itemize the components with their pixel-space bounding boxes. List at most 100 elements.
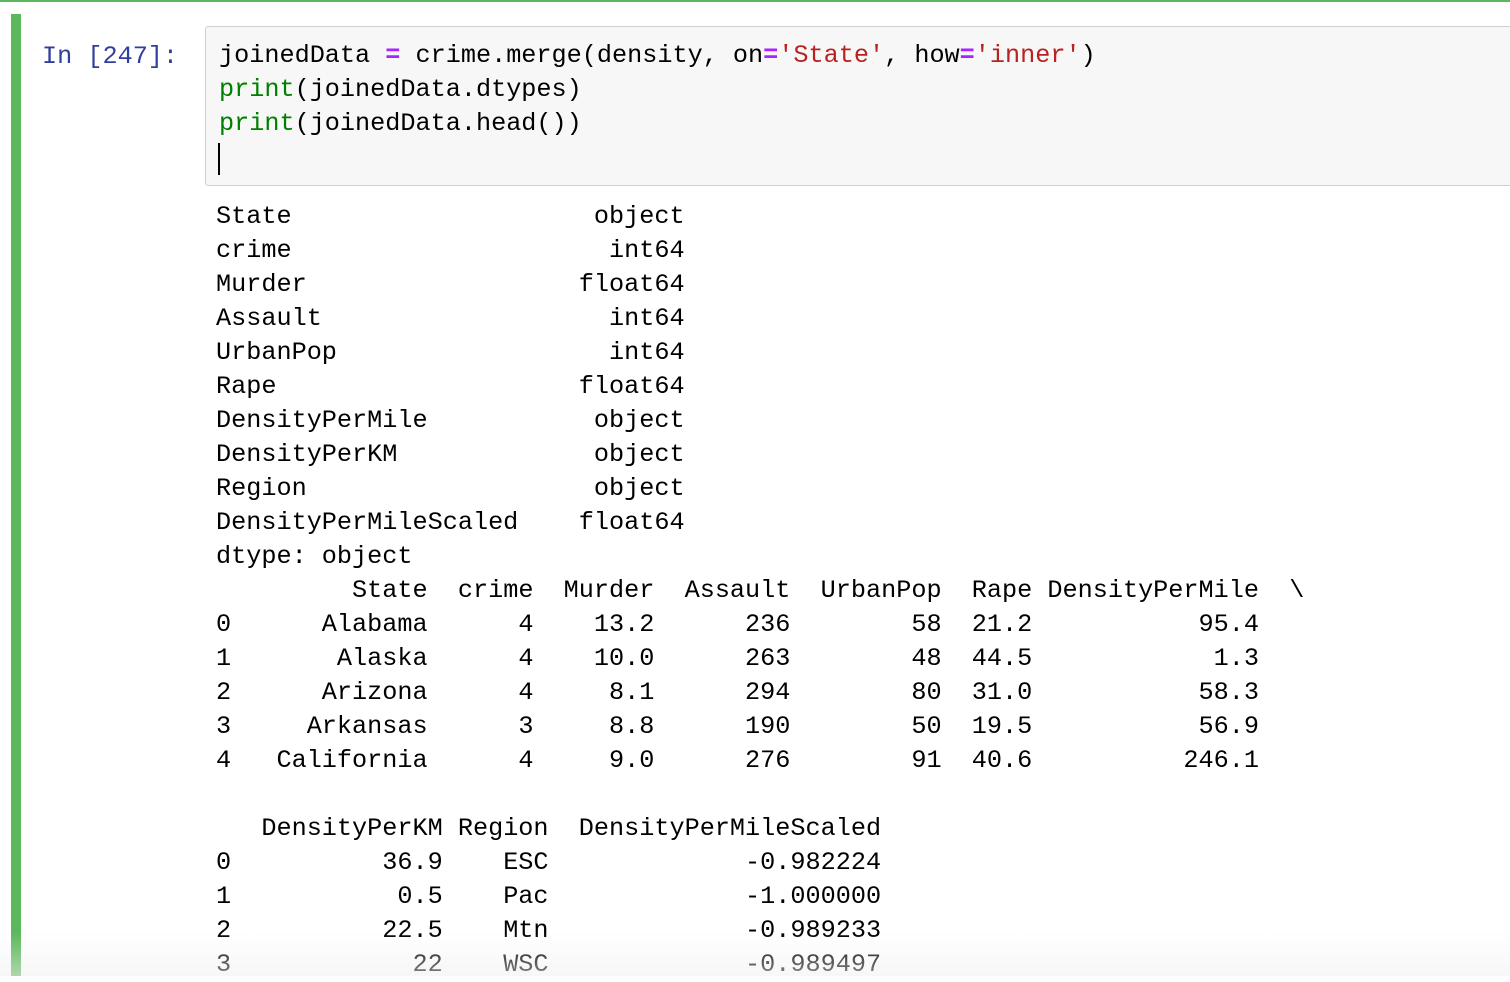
dtype-footer: dtype: object [216, 542, 413, 571]
table-cell: California [246, 746, 428, 775]
row-index: 2 [216, 916, 247, 945]
table-cell: 50 [790, 712, 942, 741]
dtype-line: State object [216, 200, 1304, 234]
table-cell: 9.0 [533, 746, 655, 775]
table-cell: 36.9 [246, 848, 443, 877]
row-index: 2 [216, 678, 247, 707]
table-cell: Mtn [442, 916, 549, 945]
row-index: 4 [216, 746, 247, 775]
column-header: DensityPerMile [1032, 576, 1259, 605]
table-row: 1 0.5 Pac -1.000000 [216, 880, 1304, 914]
code-builtin: print [219, 75, 295, 104]
dtype-value: float64 [578, 508, 685, 537]
table-cell: Arizona [246, 678, 428, 707]
dtype-column-name: Assault [216, 304, 322, 333]
dtype-line: crime int64 [216, 234, 1304, 268]
code-token: , how [884, 41, 960, 70]
table-header: DensityPerKM Region DensityPerMileScaled [216, 812, 1304, 846]
code-cell[interactable]: In [247]: joinedData = crime.merge(densi… [0, 0, 1510, 979]
code-token: joinedData [219, 41, 386, 70]
table-cell: -0.989233 [548, 916, 882, 945]
table-cell: 56.9 [1032, 712, 1259, 741]
table-cell: 8.8 [533, 712, 655, 741]
dtype-column-name: Murder [216, 270, 307, 299]
row-index: 0 [216, 848, 247, 877]
row-index: 3 [216, 950, 247, 979]
table-cell: 0.5 [246, 882, 443, 911]
table-cell: 246.1 [1032, 746, 1259, 775]
dtype-line: UrbanPop int64 [216, 336, 1304, 370]
code-operator: = [385, 41, 401, 70]
table-cell: 95.4 [1032, 610, 1259, 639]
code-line: joinedData = crime.merge(density, on='St… [219, 39, 1096, 73]
column-header: Region [442, 814, 549, 843]
row-index: 3 [216, 712, 247, 741]
table-cell: 31.0 [941, 678, 1033, 707]
table-cell: 40.6 [941, 746, 1033, 775]
dtype-line: Rape float64 [216, 370, 1304, 404]
dtype-value: int64 [609, 338, 685, 367]
table-cell: Arkansas [246, 712, 428, 741]
table-cell: 1.3 [1032, 644, 1259, 673]
table-cell: 8.1 [533, 678, 655, 707]
table-cell: 190 [654, 712, 791, 741]
table-cell: 4 [427, 610, 534, 639]
column-header: DensityPerMileScaled [548, 814, 882, 843]
table-cell: 4 [427, 678, 534, 707]
table-row: 3 Arkansas 3 8.8 190 50 19.5 56.9 [216, 710, 1304, 744]
table-cell: 263 [654, 644, 791, 673]
dtype-column-name: crime [216, 236, 292, 265]
code-token: ) [1080, 41, 1096, 70]
row-index: 1 [216, 882, 247, 911]
table-row: 0 Alabama 4 13.2 236 58 21.2 95.4 [216, 608, 1304, 642]
dtype-value: object [593, 406, 685, 435]
table-cell: Alaska [246, 644, 428, 673]
input-prompt: In [247]: [42, 42, 179, 71]
dtype-column-name: DensityPerMileScaled [216, 508, 519, 537]
column-header: State [246, 576, 428, 605]
table-cell: 10.0 [533, 644, 655, 673]
table-cell: WSC [442, 950, 549, 979]
dtype-column-name: Rape [216, 372, 277, 401]
table-cell: 44.5 [941, 644, 1033, 673]
dtype-value: object [593, 202, 685, 231]
table-cell: 19.5 [941, 712, 1033, 741]
code-operator: = [959, 41, 975, 70]
selected-cell-indicator [11, 14, 21, 976]
dtype-line: DensityPerMileScaled float64 [216, 506, 1304, 540]
table-cell: Pac [442, 882, 549, 911]
row-index: 0 [216, 610, 247, 639]
dtype-line: Murder float64 [216, 268, 1304, 302]
table-cell: ESC [442, 848, 549, 877]
table-cell: 22.5 [246, 916, 443, 945]
table-cell: 276 [654, 746, 791, 775]
table-cell: 48 [790, 644, 942, 673]
table-cell: 22 [246, 950, 443, 979]
line-continuation: \ [1289, 576, 1305, 605]
column-header: crime [427, 576, 534, 605]
table-row: 0 36.9 ESC -0.982224 [216, 846, 1304, 880]
table-cell: 80 [790, 678, 942, 707]
code-token: (joinedData.head()) [294, 109, 582, 138]
dtype-value: int64 [609, 236, 685, 265]
code-line: print(joinedData.head()) [219, 107, 1096, 141]
table-header: State crime Murder Assault UrbanPop Rape… [216, 574, 1304, 608]
dtype-line: Assault int64 [216, 302, 1304, 336]
dtype-column-name: DensityPerMile [216, 406, 428, 435]
cell-output: State object crime int64 Murder float64 Ass… [216, 200, 1304, 982]
text-cursor [218, 143, 220, 175]
dtype-value: object [593, 440, 685, 469]
code-editor[interactable]: joinedData = crime.merge(density, on='St… [205, 26, 1510, 186]
table-row: 2 Arizona 4 8.1 294 80 31.0 58.3 [216, 676, 1304, 710]
column-header: Rape [941, 576, 1033, 605]
code-string: 'State' [778, 41, 885, 70]
table-cell: 13.2 [533, 610, 655, 639]
dtype-value: float64 [578, 372, 685, 401]
dtype-value: float64 [578, 270, 685, 299]
dtype-column-name: DensityPerKM [216, 440, 398, 469]
table-row: 1 Alaska 4 10.0 263 48 44.5 1.3 [216, 642, 1304, 676]
code-line: print(joinedData.dtypes) [219, 73, 1096, 107]
code-token: (joinedData.dtypes) [294, 75, 582, 104]
table-cell: -1.000000 [548, 882, 882, 911]
